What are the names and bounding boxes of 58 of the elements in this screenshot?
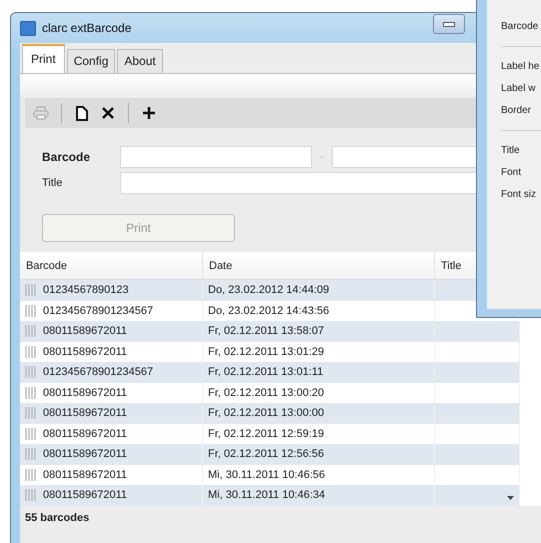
setting-label: Font [501,167,522,178]
title-label: Title [42,177,64,189]
column-header[interactable]: Date [203,252,435,279]
status-text: 55 barcodes [24,510,90,526]
setting-label: Label w [501,83,536,94]
barcode-input[interactable] [120,146,312,168]
table-cell: Fr, 02.12.2011 13:58:07 [203,321,435,342]
table-cell: Do, 23.02.2012 14:44:09 [203,280,435,300]
barcode-text: 012345678901234567 [43,366,154,378]
barcode-icon [25,468,37,481]
barcode-icon [25,325,37,338]
table-cell: Fr, 02.12.2011 13:00:20 [203,382,435,403]
barcode-text: 01234567890123 [43,284,129,296]
setting-label: Font siz [501,189,538,200]
table-cell: Fr, 02.12.2011 12:59:19 [203,424,435,444]
barcode-icon [25,407,37,420]
barcode-icon [25,346,37,358]
barcode-text: 08011589672011 [43,407,128,420]
scroll-down-icon[interactable] [506,496,514,500]
plus-icon [143,107,155,119]
barcode-icon [25,284,37,296]
table-cell: Fr, 02.12.2011 13:01:11 [203,362,435,382]
document-icon [76,106,88,120]
barcode-icon [25,304,37,317]
barcode-icon [25,428,37,440]
window-title: clarc extBarcode [42,21,132,35]
setting-label: Title [501,145,521,156]
table-cell: Mi, 30.11.2011 10:46:34 [203,485,435,506]
barcode-text: 08011589672011 [43,346,128,358]
barcode-icon [25,366,37,378]
barcode-icon [25,489,37,502]
minimize-button[interactable] [433,14,465,34]
printer-icon [33,106,49,120]
barcode-text: 08011589672011 [43,386,128,399]
barcode-text: 012345678901234567 [43,304,154,317]
setting-label: Barcode [501,21,540,32]
column-header[interactable]: Barcode [20,252,203,279]
close-icon [102,107,114,119]
barcode-text: 08011589672011 [43,428,128,440]
barcode-text: 08011589672011 [43,448,128,460]
tab[interactable]: Print [22,44,65,73]
barcode-text: 08011589672011 [43,489,128,502]
tab[interactable]: About [117,49,163,73]
barcode-icon [25,448,37,460]
setting-label: Label he [501,61,540,72]
table-cell: Fr, 02.12.2011 13:01:29 [203,342,435,362]
table-cell: Fr, 02.12.2011 12:56:56 [203,444,435,464]
barcode-icon [25,386,37,399]
table-cell: Mi, 30.11.2011 10:46:56 [203,464,435,485]
table-cell: Fr, 02.12.2011 13:00:00 [203,403,435,424]
tab[interactable]: Config [66,49,116,73]
barcode-text: 08011589672011 [43,468,128,481]
setting-label: Border [501,105,532,116]
barcode-label: Barcode [42,150,92,164]
barcode-text: 08011589672011 [43,325,128,338]
table-cell: Do, 23.02.2012 14:43:56 [203,300,435,321]
app-icon [20,20,36,36]
separator-dash: - [319,151,325,163]
